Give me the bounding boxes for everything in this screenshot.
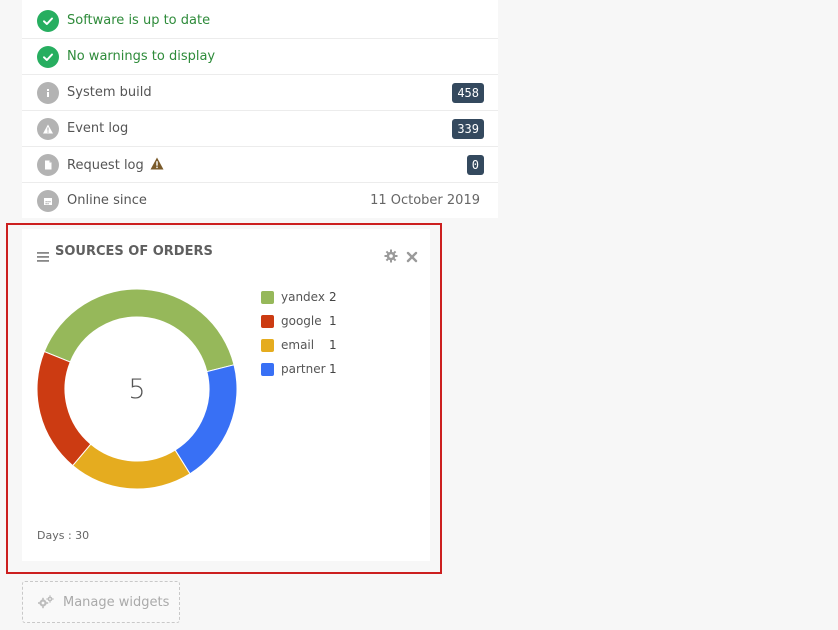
status-label: System build <box>67 85 152 100</box>
status-row-no-warnings: No warnings to display <box>22 39 498 75</box>
legend-value: 1 <box>329 338 337 352</box>
info-icon <box>37 82 59 104</box>
days-footer: Days : 30 <box>37 529 90 542</box>
status-label: Request log <box>67 158 144 173</box>
donut-center-total: 5 <box>128 373 146 405</box>
gear-icon[interactable] <box>384 248 398 267</box>
document-icon <box>37 154 59 176</box>
legend-name: google <box>281 314 322 328</box>
legend-swatch <box>261 363 274 376</box>
status-row-request-log[interactable]: Request log 0 <box>22 147 498 183</box>
calendar-icon <box>37 190 59 212</box>
status-label: Event log <box>67 121 129 136</box>
status-label: No warnings to display <box>67 49 216 64</box>
manage-widgets-button[interactable]: Manage widgets <box>22 581 180 623</box>
warning-icon <box>37 118 59 140</box>
legend-value: 1 <box>329 314 337 328</box>
status-label: Online since <box>67 193 147 208</box>
legend-swatch <box>261 291 274 304</box>
check-icon <box>37 10 59 32</box>
status-row-up-to-date: Software is up to date <box>22 3 498 39</box>
status-row-online-since: Online since 11 October 2019 <box>22 183 498 219</box>
count-badge: 0 <box>466 155 484 175</box>
status-panel: Software is up to date No warnings to di… <box>22 0 498 218</box>
legend-name: email <box>281 338 315 352</box>
count-badge: 339 <box>452 119 484 139</box>
legend-value: 1 <box>329 362 337 376</box>
legend-name: partner <box>281 362 326 376</box>
status-label-wrap: Request log <box>67 157 164 175</box>
status-row-system-build[interactable]: System build 458 <box>22 75 498 111</box>
status-label: Software is up to date <box>67 13 211 28</box>
status-row-event-log[interactable]: Event log 339 <box>22 111 498 147</box>
legend-name: yandex <box>281 290 325 304</box>
gears-icon <box>37 595 54 613</box>
count-badge: 458 <box>452 83 484 103</box>
check-icon <box>37 46 59 68</box>
legend-swatch <box>261 315 274 328</box>
close-icon[interactable] <box>406 248 418 267</box>
widget-title: SOURCES OF ORDERS <box>55 244 213 259</box>
manage-widgets-label: Manage widgets <box>63 595 170 610</box>
drag-handle-icon[interactable] <box>37 247 49 266</box>
warning-triangle-icon <box>150 157 164 175</box>
legend-swatch <box>261 339 274 352</box>
online-since-value: 11 October 2019 <box>370 193 480 208</box>
legend-value: 2 <box>329 290 337 304</box>
